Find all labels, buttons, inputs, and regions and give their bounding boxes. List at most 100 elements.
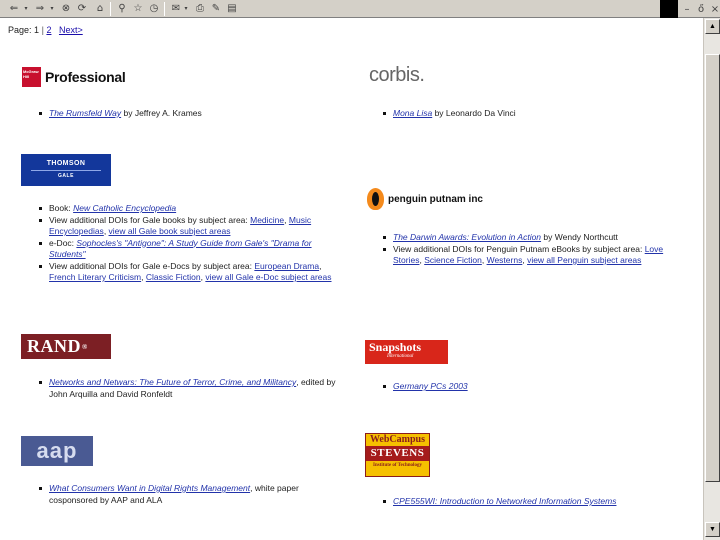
doi-link[interactable]: The Darwin Awards: Evolution in Action <box>393 232 541 242</box>
item-separator: , <box>319 260 322 271</box>
vertical-scrollbar[interactable]: ▲ ▼ <box>703 18 720 540</box>
toolbar-separator <box>110 2 111 16</box>
close-button[interactable]: × <box>708 4 720 15</box>
doi-link[interactable]: The Rumsfeld Way <box>49 108 121 118</box>
aap-doi-list: What Consumers Want in Digital Rights Ma… <box>38 483 338 506</box>
webcampus-stevens-logo: WebCampus STEVENS Institute of Technolog… <box>365 433 430 477</box>
view-all-subjects-link[interactable]: view all Gale book subject areas <box>109 226 231 236</box>
back-icon[interactable]: ⇐ <box>8 2 20 15</box>
edit-icon[interactable]: ✎ <box>210 2 222 15</box>
list-item: The Darwin Awards: Evolution in Action b… <box>382 232 692 244</box>
browser-toolbar: ⇐ ▾ ⇒ ▾ ⊗ ⟳ ⌂ ⚲ ☆ ◷ ✉ ▾ ⎙ ✎ ▤ – ő × <box>0 0 720 18</box>
list-item: The Rumsfeld Way by Jeffrey A. Krames <box>38 108 358 120</box>
toolbar-separator <box>164 2 165 16</box>
doi-link[interactable]: Germany PCs 2003 <box>393 381 468 391</box>
item-text: by Wendy Northcutt <box>541 232 618 242</box>
current-page: 1 <box>34 25 40 35</box>
mail-icon[interactable]: ✉ <box>170 2 182 15</box>
doi-link[interactable]: What Consumers Want in Digital Rights Ma… <box>49 483 250 493</box>
item-text: by Jeffrey A. Krames <box>121 108 202 118</box>
corbis-doi-list: Mona Lisa by Leonardo Da Vinci <box>382 108 692 120</box>
view-all-subjects-link[interactable]: view all Penguin subject areas <box>527 255 641 265</box>
home-icon[interactable]: ⌂ <box>94 2 106 15</box>
registered-mark: ® <box>82 342 88 351</box>
next-page-link[interactable]: Next> <box>59 25 83 35</box>
search-icon[interactable]: ⚲ <box>116 2 128 15</box>
list-item: Networks and Netwars: The Future of Terr… <box>38 377 338 400</box>
scrollbar-thumb[interactable] <box>705 54 720 482</box>
mcgraw-hill-logo-text: Professional <box>45 69 126 85</box>
thomson-gale-logo: THOMSON GALE <box>21 154 111 186</box>
scroll-up-icon[interactable]: ▲ <box>705 19 720 34</box>
list-item: Mona Lisa by Leonardo Da Vinci <box>382 108 692 120</box>
penguin-doi-list: The Darwin Awards: Evolution in Action b… <box>382 232 692 267</box>
corbis-logo: corbis. <box>369 64 425 86</box>
stevens-logo-text: STEVENS <box>366 446 429 461</box>
penguin-putnam-logo: penguin putnam inc <box>367 187 507 211</box>
aap-logo: aap <box>21 436 93 466</box>
penguin-icon <box>367 188 384 210</box>
list-item: Book: New Catholic Encyclopedia <box>38 203 338 215</box>
penguin-logo-text: penguin putnam inc <box>388 193 483 205</box>
print-icon[interactable]: ⎙ <box>194 2 206 15</box>
stevens-logo-subtext: Institute of Technology <box>373 463 422 468</box>
item-prefix: View additional DOIs for Gale books by s… <box>49 214 251 225</box>
list-item: e-Doc: Sophocles's "Antigone": A Study G… <box>38 238 338 261</box>
item-prefix: e-Doc: <box>49 237 77 248</box>
doi-link[interactable]: Mona Lisa <box>393 108 432 118</box>
refresh-icon[interactable]: ⟳ <box>76 2 88 15</box>
stop-icon[interactable]: ⊗ <box>60 2 72 15</box>
item-prefix: Book: <box>49 203 74 213</box>
view-all-subjects-link[interactable]: view all Gale e-Doc subject areas <box>205 272 331 282</box>
thomson-logo-text: THOMSON <box>46 160 86 167</box>
mcgraw-hill-logo-mark: McGraw Hill <box>22 67 41 87</box>
snapshots-logo-text: Snapshots <box>369 340 422 354</box>
thomson-gale-doi-list: Book: New Catholic Encyclopedia View add… <box>38 203 338 284</box>
mcgraw-hill-logo: McGraw Hill Professional <box>22 66 128 88</box>
item-prefix: View additional DOIs for Gale e-Docs by … <box>49 260 255 271</box>
subject-link[interactable]: Classic Fiction <box>146 272 201 282</box>
minimize-button[interactable]: – <box>680 4 694 15</box>
list-item: Germany PCs 2003 <box>382 381 692 393</box>
forward-dropdown-icon[interactable]: ▾ <box>48 2 56 15</box>
mail-dropdown-icon[interactable]: ▾ <box>182 2 190 15</box>
forward-icon[interactable]: ⇒ <box>34 2 46 15</box>
subject-link[interactable]: French Literary Criticism <box>49 272 141 282</box>
favorites-icon[interactable]: ☆ <box>132 2 144 15</box>
thomson-logo-rule <box>31 170 101 171</box>
back-dropdown-icon[interactable]: ▾ <box>22 2 30 15</box>
subject-link[interactable]: Medicine <box>250 215 284 225</box>
window-controls: – ő × <box>680 0 720 18</box>
doi-link[interactable]: CPE555WI: Introduction to Networked Info… <box>393 496 616 506</box>
restore-button[interactable]: ő <box>694 4 708 15</box>
subject-link[interactable]: European Drama <box>254 261 319 271</box>
mcgraw-hill-doi-list: The Rumsfeld Way by Jeffrey A. Krames <box>38 108 358 120</box>
list-item: What Consumers Want in Digital Rights Ma… <box>38 483 338 506</box>
rand-logo-text: RAND <box>27 336 81 356</box>
page-label: Page: <box>8 25 32 35</box>
snapshots-doi-list: Germany PCs 2003 <box>382 381 692 393</box>
rand-doi-list: Networks and Netwars: The Future of Terr… <box>38 377 338 400</box>
list-item: View additional DOIs for Penguin Putnam … <box>382 244 692 267</box>
discuss-icon[interactable]: ▤ <box>226 2 238 15</box>
doi-link[interactable]: New Catholic Encyclopedia <box>73 203 176 213</box>
windows-logo-icon <box>660 0 678 18</box>
doi-link[interactable]: Networks and Netwars: The Future of Terr… <box>49 377 296 387</box>
page-separator: | <box>41 25 44 35</box>
history-icon[interactable]: ◷ <box>148 2 160 15</box>
snapshots-logo: Snapshots International <box>365 340 448 364</box>
list-item: View additional DOIs for Gale books by s… <box>38 215 338 238</box>
snapshots-logo-subtext: International <box>387 354 414 359</box>
item-text: by Leonardo Da Vinci <box>432 108 516 118</box>
rand-logo: RAND ® <box>21 334 111 359</box>
list-item: CPE555WI: Introduction to Networked Info… <box>382 496 692 508</box>
doi-link[interactable]: Sophocles's "Antigone": A Study Guide fr… <box>49 238 312 260</box>
pagination: Page: 1 | 2 Next> <box>8 25 83 35</box>
item-prefix: View additional DOIs for Penguin Putnam … <box>393 243 645 254</box>
list-item: View additional DOIs for Gale e-Docs by … <box>38 261 338 284</box>
scroll-down-icon[interactable]: ▼ <box>705 522 720 537</box>
subject-link[interactable]: Science Fiction <box>424 255 482 265</box>
subject-link[interactable]: Westerns <box>487 255 523 265</box>
webcampus-logo-text: WebCampus <box>369 434 425 445</box>
page-2-link[interactable]: 2 <box>46 25 51 35</box>
